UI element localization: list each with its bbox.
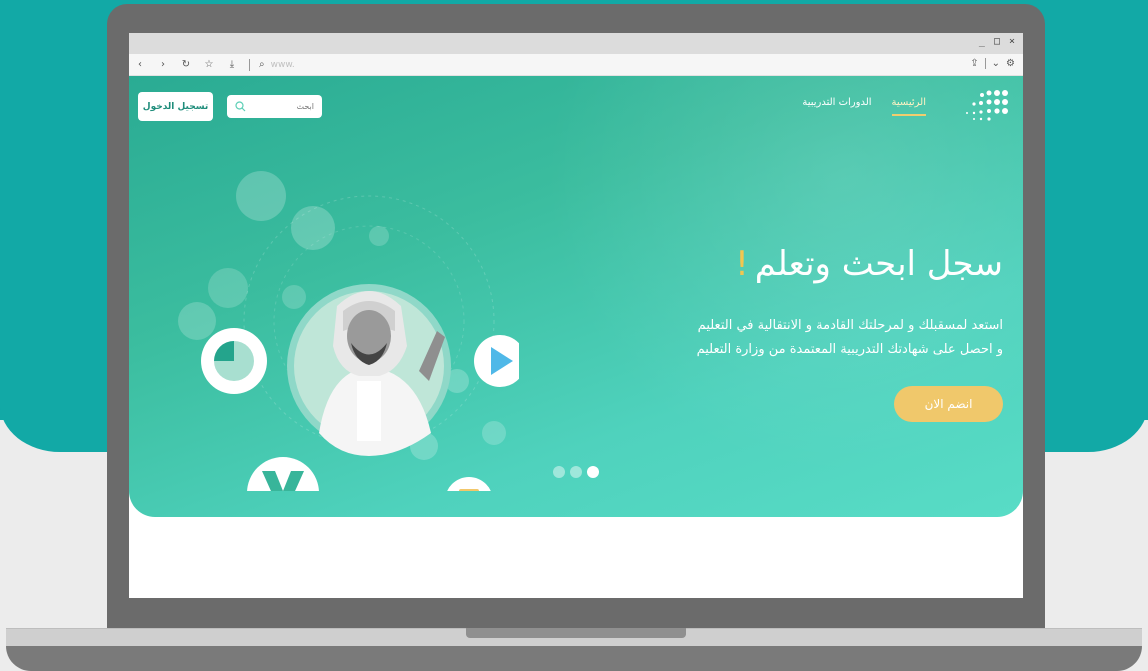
forward-icon[interactable]: ›: [158, 59, 168, 70]
hero-illustration: [178, 171, 519, 491]
search-icon[interactable]: [235, 101, 246, 112]
chevron-down-icon[interactable]: ⌄: [992, 58, 1000, 69]
slider-dots: [553, 466, 599, 478]
hero-title-text: سجل ابحث وتعلم: [754, 244, 1003, 284]
download-icon[interactable]: ⤓: [227, 59, 237, 70]
minimize-icon[interactable]: _: [979, 36, 985, 47]
hero-title: سجل ابحث وتعلم!: [735, 244, 1003, 284]
logo[interactable]: [955, 88, 1013, 122]
login-button[interactable]: تسجيل الدخول: [138, 92, 213, 121]
back-icon[interactable]: ‹: [135, 59, 145, 70]
hero-section: الرئيسية الدورات التدريبية ابحث تسجيل ال…: [129, 76, 1023, 517]
browser-titlebar: _ □ ×: [129, 33, 1023, 54]
star-icon[interactable]: ☆: [204, 59, 214, 70]
close-icon[interactable]: ×: [1009, 36, 1015, 47]
url-input[interactable]: www.: [271, 60, 295, 70]
nav-home[interactable]: الرئيسية: [891, 97, 927, 116]
laptop-notch: [466, 628, 686, 638]
hero-title-mark: !: [735, 244, 749, 284]
site-nav: الرئيسية الدورات التدريبية: [802, 97, 927, 116]
nav-courses[interactable]: الدورات التدريبية: [802, 97, 871, 116]
gear-icon[interactable]: ⚙: [1006, 58, 1015, 69]
slider-dot-1[interactable]: [553, 466, 565, 478]
address-separator: [249, 58, 250, 71]
address-bar: ‹ › ↻ ☆ ⤓ ⌕ www. ⇪ ⌄ ⚙: [129, 54, 1023, 76]
laptop-foot: [6, 646, 1142, 671]
search-input[interactable]: ابحث: [227, 95, 322, 118]
browser-window: _ □ × ‹ › ↻ ☆ ⤓ ⌕ www. ⇪ ⌄ ⚙ الرئيسية ال…: [129, 33, 1023, 598]
hero-description-line1: استعد لمسقبلك و لمرحلتك القادمة و الانتق…: [697, 318, 1003, 333]
maximize-icon[interactable]: □: [994, 36, 1000, 47]
reload-icon[interactable]: ↻: [181, 59, 191, 70]
slider-dot-2[interactable]: [570, 466, 582, 478]
hero-description-line2: و احصل على شهادتك التدريبية المعتمدة من …: [696, 342, 1003, 357]
search-icon: ⌕: [259, 59, 265, 70]
join-now-button[interactable]: انضم الان: [894, 386, 1003, 422]
share-icon[interactable]: ⇪: [970, 58, 978, 69]
slider-dot-3[interactable]: [587, 466, 599, 478]
search-placeholder: ابحث: [296, 102, 314, 111]
